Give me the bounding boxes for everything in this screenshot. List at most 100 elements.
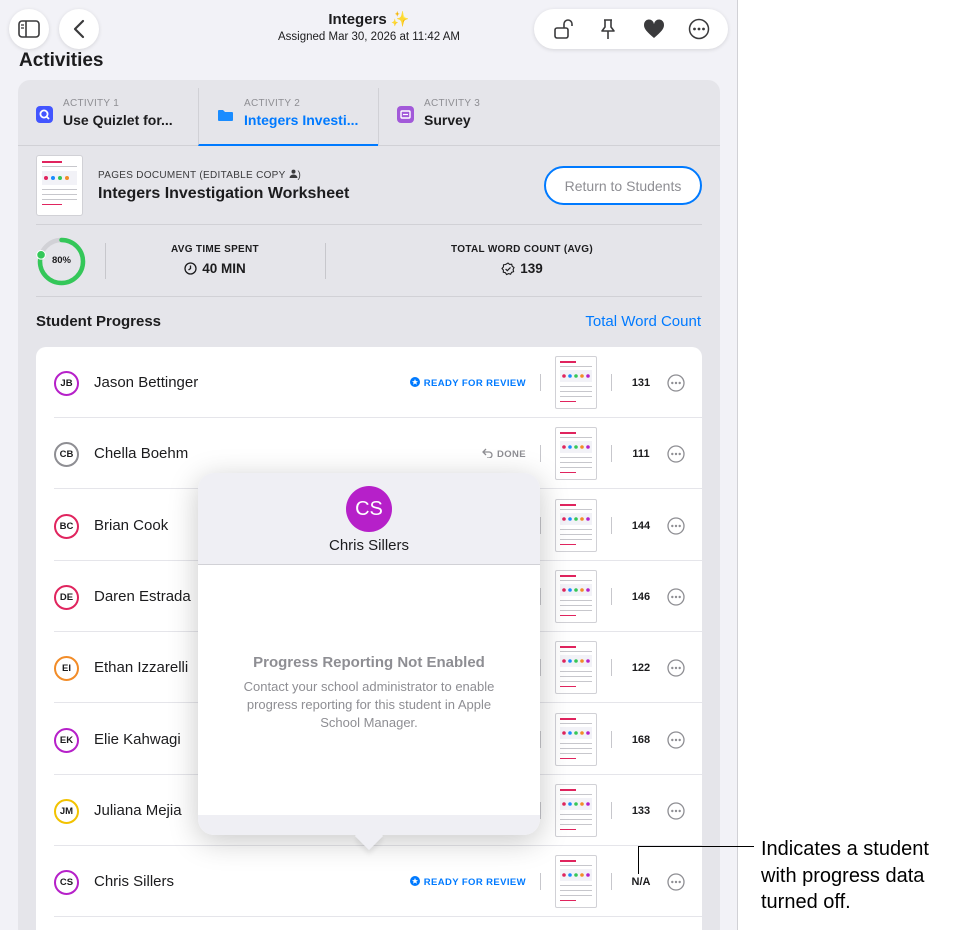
word-count: 146 <box>631 590 651 603</box>
tab-caption: ACTIVITY 1 <box>63 98 120 109</box>
avatar: EI <box>54 656 79 682</box>
more-icon[interactable] <box>667 730 685 749</box>
student-name: Elie Kahwagi <box>94 730 181 748</box>
folder-icon <box>217 106 234 123</box>
status-badge: DONE <box>482 448 526 461</box>
pin-button[interactable] <box>593 14 623 44</box>
student-popover: CS Chris Sillers Progress Reporting Not … <box>198 473 540 851</box>
avatar: JB <box>54 371 79 396</box>
tab-activity-3[interactable]: ACTIVITY 3 Survey <box>378 88 558 146</box>
more-icon[interactable] <box>667 516 685 535</box>
tab-label: Survey <box>424 112 471 128</box>
return-arrow-icon <box>482 448 493 461</box>
more-options-button[interactable] <box>684 14 714 44</box>
student-document-thumbnail[interactable] <box>555 712 597 766</box>
pin-icon <box>601 19 616 39</box>
more-icon[interactable] <box>667 588 685 606</box>
more-icon[interactable] <box>667 659 685 677</box>
popover-header: CS Chris Sillers <box>198 473 540 565</box>
tab-caption: ACTIVITY 3 <box>424 98 481 109</box>
status-badge: READY FOR REVIEW <box>409 377 526 390</box>
divider <box>611 445 612 463</box>
avatar: BC <box>54 513 79 539</box>
student-name: Ethan Izzarelli <box>94 659 189 677</box>
more-icon[interactable] <box>667 802 685 820</box>
tab-label: Integers Investi... <box>244 112 359 128</box>
sidebar-toggle-button[interactable] <box>9 9 49 49</box>
word-count-value: 139 <box>520 261 543 276</box>
avatar: EK <box>54 727 79 753</box>
status-text: READY FOR REVIEW <box>423 877 526 889</box>
back-chevron-icon <box>73 19 85 39</box>
student-document-thumbnail[interactable] <box>555 569 597 623</box>
return-to-students-button[interactable]: Return to Students <box>544 166 702 205</box>
popover-footer <box>198 815 540 835</box>
completion-percent: 80% <box>51 255 71 266</box>
student-row[interactable]: JB Jason Bettinger READY FOR REVIEW 131 <box>36 347 702 418</box>
more-icon[interactable] <box>667 445 685 463</box>
row-separator <box>54 916 702 918</box>
document-thumbnail[interactable] <box>36 155 83 216</box>
favorite-button[interactable] <box>639 14 669 44</box>
status-badge: READY FOR REVIEW <box>409 876 526 889</box>
student-document-thumbnail[interactable] <box>555 855 597 909</box>
unlock-icon <box>553 19 573 39</box>
divider <box>611 516 612 534</box>
avg-time-caption: AVG TIME SPENT <box>171 244 259 255</box>
tab-activity-1[interactable]: ACTIVITY 1 Use Quizlet for... <box>18 88 198 146</box>
sort-by-word-count-link[interactable]: Total Word Count <box>560 313 701 330</box>
divider <box>611 587 612 605</box>
toolbar-group <box>534 9 728 49</box>
divider <box>611 801 612 819</box>
word-count: 133 <box>631 804 651 817</box>
word-count: 131 <box>631 377 651 389</box>
word-count: 111 <box>632 448 650 461</box>
word-count-value-row: 139 <box>420 261 624 276</box>
student-document-thumbnail[interactable] <box>555 356 597 409</box>
student-name: Chella Boehm <box>94 445 189 463</box>
student-document-thumbnail[interactable] <box>555 783 597 837</box>
student-document-thumbnail[interactable] <box>555 427 597 481</box>
student-name: Daren Estrada <box>94 587 191 605</box>
avatar: DE <box>54 584 79 610</box>
student-progress-title: Student Progress <box>36 313 162 330</box>
student-row[interactable]: CS Chris Sillers READY FOR REVIEW N/A <box>36 846 702 918</box>
seal-check-icon <box>501 261 515 275</box>
divider <box>105 243 106 279</box>
clock-icon <box>184 262 197 275</box>
back-button[interactable] <box>59 9 99 49</box>
student-name: Jason Bettinger <box>94 374 199 391</box>
student-name: Chris Sillers <box>94 873 175 891</box>
heart-icon <box>643 19 664 38</box>
divider <box>36 296 702 297</box>
more-icon[interactable] <box>667 374 685 392</box>
divider <box>611 730 612 748</box>
popover-message-title: Progress Reporting Not Enabled <box>253 654 485 671</box>
ready-for-review-icon <box>409 377 420 390</box>
tab-activity-2[interactable]: ACTIVITY 2 Integers Investi... <box>198 88 378 146</box>
callout-leader-line <box>638 846 754 847</box>
divider <box>611 873 612 891</box>
divider <box>611 374 612 391</box>
quizlet-icon <box>36 106 53 123</box>
avatar: CS <box>54 870 79 896</box>
student-name: Brian Cook <box>94 516 169 534</box>
divider <box>325 243 326 279</box>
student-document-thumbnail[interactable] <box>555 498 597 552</box>
divider <box>611 659 612 677</box>
word-count-stat: TOTAL WORD COUNT (AVG) 139 <box>420 244 624 276</box>
popover-student-name: Chris Sillers <box>328 537 409 554</box>
student-document-thumbnail[interactable] <box>555 641 597 695</box>
divider <box>540 445 541 463</box>
more-icon[interactable] <box>667 873 685 891</box>
unlock-button[interactable] <box>548 14 578 44</box>
divider <box>36 224 702 225</box>
word-count: 144 <box>631 519 651 532</box>
tab-label: Use Quizlet for... <box>63 112 173 128</box>
word-count: 168 <box>631 733 651 746</box>
student-name: Juliana Mejia <box>94 801 182 819</box>
activity-tabs: ACTIVITY 1 Use Quizlet for... ACTIVITY 2… <box>18 88 720 146</box>
section-title: Activities <box>19 50 104 71</box>
avatar: CB <box>54 442 79 468</box>
popover-message-body: Contact your school administrator to ena… <box>243 679 495 730</box>
